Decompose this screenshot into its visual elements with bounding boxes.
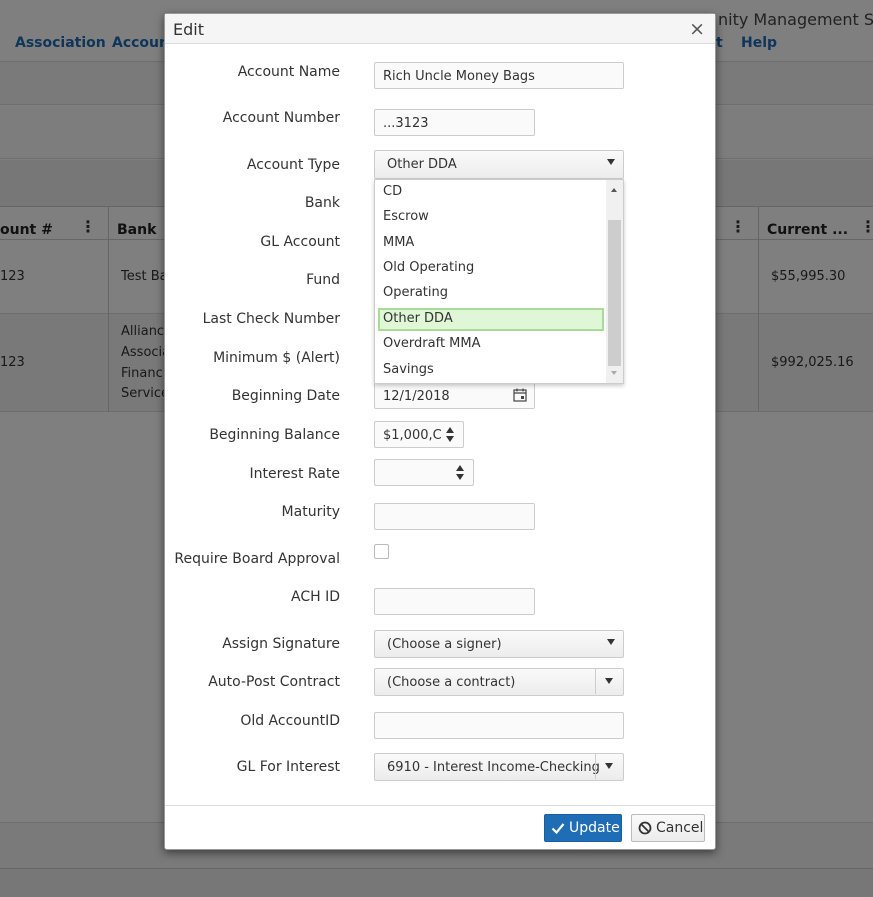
update-button[interactable]: Update — [544, 814, 622, 842]
label-beginning-balance: Beginning Balance — [209, 427, 340, 443]
gl-for-interest-select[interactable]: 6910 - Interest Income-Checking — [374, 753, 624, 781]
old-account-id-input[interactable] — [374, 712, 624, 739]
update-button-label: Update — [569, 820, 620, 836]
dropdown-scrollbar[interactable] — [606, 180, 623, 383]
label-maturity: Maturity — [281, 504, 340, 520]
account-type-dropdown-list[interactable]: CD Escrow MMA Old Operating Operating Ot… — [374, 179, 624, 384]
dropdown-option[interactable]: Escrow — [378, 206, 604, 229]
auto-post-contract-select[interactable]: (Choose a contract) — [374, 668, 624, 696]
dialog-footer: Update Cancel — [165, 805, 715, 849]
assign-signature-select[interactable]: (Choose a signer) — [374, 630, 624, 658]
scroll-up-arrow-icon[interactable] — [611, 188, 617, 192]
beginning-date-input[interactable]: 12/1/2018 — [374, 382, 535, 409]
auto-post-contract-value: (Choose a contract) — [387, 675, 516, 690]
dropdown-option[interactable]: MMA — [378, 232, 604, 255]
label-last-check-number: Last Check Number — [202, 311, 340, 327]
label-fund: Fund — [306, 272, 340, 288]
dropdown-option[interactable]: Overdraft MMA — [378, 333, 604, 356]
maturity-input[interactable] — [374, 503, 535, 530]
account-name-input[interactable]: Rich Uncle Money Bags — [374, 62, 624, 89]
label-gl-account: GL Account — [260, 234, 340, 250]
gl-for-interest-value: 6910 - Interest Income-Checking — [387, 760, 600, 775]
dropdown-option[interactable]: Savings — [378, 359, 604, 382]
account-name-value: Rich Uncle Money Bags — [383, 69, 535, 84]
dropdown-option[interactable]: Old Operating — [378, 257, 604, 280]
account-type-value: Other DDA — [387, 157, 457, 172]
account-number-input[interactable]: ...3123 — [374, 109, 535, 136]
cancel-button-label: Cancel — [656, 820, 704, 836]
require-board-approval-checkbox[interactable] — [374, 544, 389, 559]
label-require-board-approval: Require Board Approval — [174, 551, 340, 567]
chevron-down-icon — [605, 678, 613, 684]
dropdown-toggle[interactable] — [595, 669, 623, 694]
beginning-balance-input[interactable]: $1,000,C — [374, 421, 464, 448]
cancel-button[interactable]: Cancel — [631, 814, 705, 842]
decrement-arrow-icon[interactable] — [446, 436, 454, 442]
scroll-down-arrow-icon[interactable] — [611, 371, 617, 375]
dropdown-option[interactable]: CD — [378, 181, 604, 204]
checkmark-icon — [551, 821, 565, 839]
chevron-down-icon — [605, 763, 613, 769]
assign-signature-value: (Choose a signer) — [387, 637, 502, 652]
calendar-icon[interactable] — [506, 383, 534, 408]
chevron-down-icon — [607, 159, 615, 165]
beginning-date-value: 12/1/2018 — [383, 389, 450, 404]
account-type-select[interactable]: Other DDA — [374, 150, 624, 179]
ach-id-input[interactable] — [374, 588, 535, 615]
label-account-number: Account Number — [222, 110, 340, 126]
label-minimum-alert: Minimum $ (Alert) — [213, 350, 340, 366]
increment-arrow-icon[interactable] — [456, 465, 464, 471]
label-ach-id: ACH ID — [291, 589, 340, 605]
dropdown-option-selected[interactable]: Other DDA — [378, 308, 604, 331]
label-interest-rate: Interest Rate — [249, 466, 340, 482]
increment-arrow-icon[interactable] — [446, 427, 454, 433]
label-auto-post-contract: Auto-Post Contract — [208, 674, 340, 690]
label-bank: Bank — [304, 195, 340, 211]
edit-dialog: Edit × Account Name Account Number Accou… — [164, 13, 716, 850]
dialog-header: Edit × — [165, 14, 715, 44]
label-account-name: Account Name — [237, 64, 340, 80]
dialog-title: Edit — [173, 20, 204, 39]
dropdown-option[interactable]: Operating — [378, 282, 604, 305]
label-account-type: Account Type — [246, 157, 340, 173]
label-gl-for-interest: GL For Interest — [236, 759, 340, 775]
dropdown-toggle[interactable] — [595, 754, 623, 779]
close-icon[interactable]: × — [689, 18, 705, 40]
scrollbar-thumb[interactable] — [608, 220, 621, 366]
ban-icon — [638, 821, 652, 839]
label-old-account-id: Old AccountID — [240, 713, 340, 729]
decrement-arrow-icon[interactable] — [456, 474, 464, 480]
chevron-down-icon — [607, 639, 615, 645]
account-number-value: ...3123 — [383, 116, 429, 131]
label-assign-signature: Assign Signature — [222, 636, 340, 652]
numeric-stepper[interactable] — [447, 460, 473, 485]
label-beginning-date: Beginning Date — [231, 388, 340, 404]
beginning-balance-value: $1,000,C — [383, 428, 442, 443]
numeric-stepper[interactable] — [437, 422, 463, 447]
interest-rate-input[interactable] — [374, 459, 474, 486]
